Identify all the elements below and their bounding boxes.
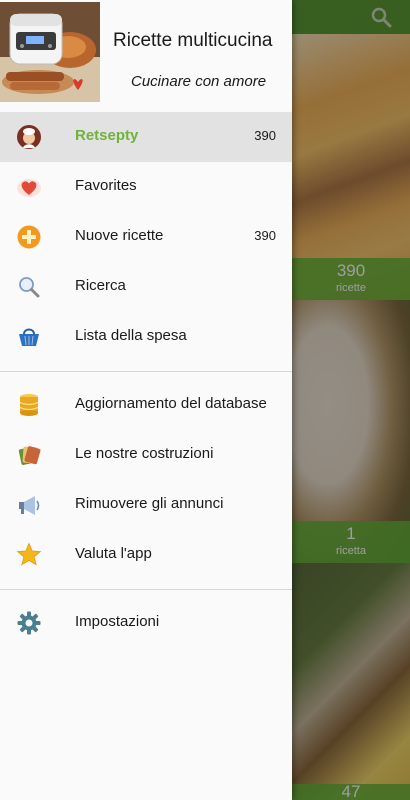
menu-item-label: Ricerca — [75, 277, 126, 294]
drawer-menu: Retsepty 390 Favorites Nuove ricette 390… — [0, 112, 292, 648]
menu-divider — [0, 371, 292, 372]
menu-item-shopping-list[interactable]: Lista della spesa — [0, 312, 292, 362]
menu-item-remove-ads[interactable]: Rimuovere gli annunci — [0, 480, 292, 530]
menu-item-recipes[interactable]: Retsepty 390 — [0, 112, 292, 162]
menu-item-search[interactable]: Ricerca — [0, 262, 292, 312]
navigation-drawer: Ricette multicucina Cucinare con amore R… — [0, 0, 292, 800]
chef-avatar-icon — [16, 124, 42, 150]
apps-stack-icon — [16, 442, 42, 468]
menu-item-settings[interactable]: Impostazioni — [0, 598, 292, 648]
menu-item-rate-app[interactable]: Valuta l'app — [0, 530, 292, 580]
plus-circle-icon — [16, 224, 42, 250]
multicooker-photo — [0, 2, 100, 102]
menu-item-our-builds[interactable]: Le nostre costruzioni — [0, 430, 292, 480]
menu-item-count: 390 — [254, 128, 276, 143]
menu-item-label: Impostazioni — [75, 613, 160, 630]
gear-icon — [16, 610, 42, 636]
app-subtitle: Cucinare con amore — [131, 73, 267, 90]
magnifier-icon — [16, 274, 42, 300]
app-title: Ricette multicucina — [113, 30, 273, 51]
menu-item-database-update[interactable]: Aggiornamento del database — [0, 380, 292, 430]
drawer-header: Ricette multicucina Cucinare con amore — [0, 0, 292, 112]
megaphone-icon — [16, 492, 42, 518]
menu-item-label: Lista della spesa — [75, 327, 187, 344]
menu-item-label: Nuove ricette — [75, 227, 164, 244]
heart-icon — [16, 174, 42, 200]
menu-item-label: Rimuovere gli annunci — [75, 495, 224, 512]
menu-item-new-recipes[interactable]: Nuove ricette 390 — [0, 212, 292, 262]
menu-item-label: Favorites — [75, 177, 137, 194]
database-icon — [16, 392, 42, 418]
menu-item-favorites[interactable]: Favorites — [0, 162, 292, 212]
menu-item-label: Valuta l'app — [75, 545, 152, 562]
menu-item-label: Retsepty — [75, 127, 139, 144]
shopping-basket-icon — [16, 324, 42, 350]
star-icon — [16, 542, 42, 568]
menu-item-label: Le nostre costruzioni — [75, 445, 214, 462]
menu-item-count: 390 — [254, 228, 276, 243]
menu-item-label: Aggiornamento del database — [75, 395, 267, 412]
menu-divider — [0, 589, 292, 590]
